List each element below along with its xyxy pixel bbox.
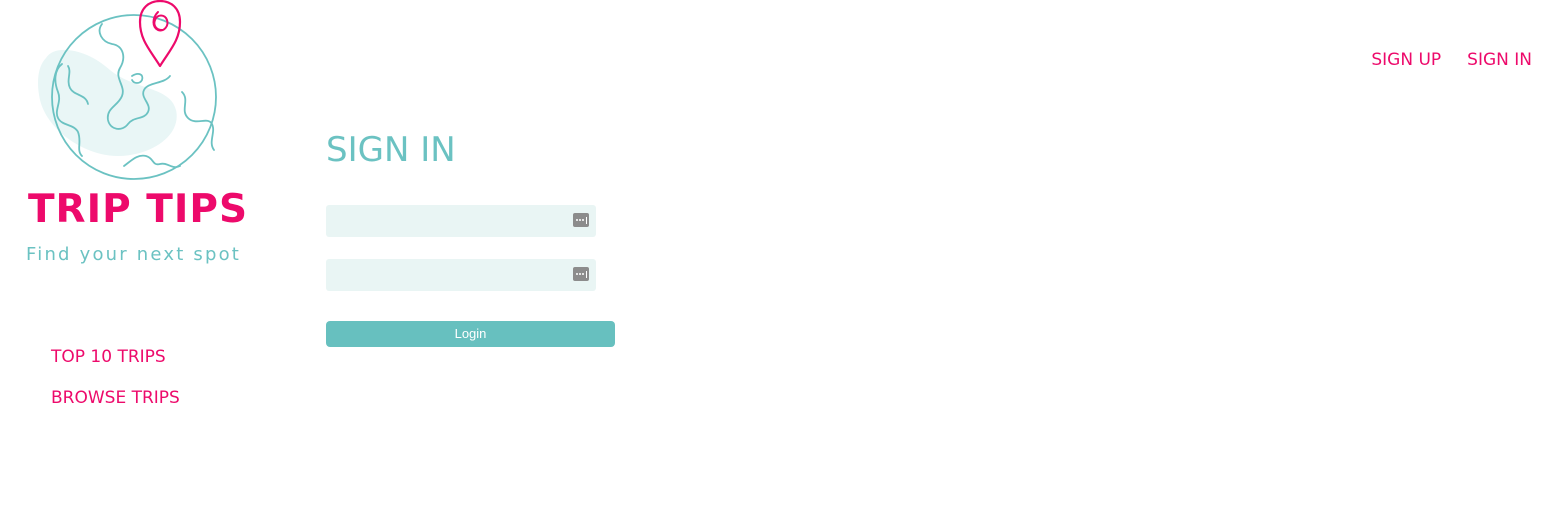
logo-globe-icon[interactable] [32, 0, 228, 184]
side-nav-item-top-10-trips[interactable]: TOP 10 TRIPS [51, 345, 180, 369]
top-nav: SIGN UP SIGN IN [1371, 48, 1532, 72]
password-manager-key-icon[interactable] [573, 213, 589, 227]
sign-up-link[interactable]: SIGN UP [1371, 48, 1441, 72]
page: TRIP TIPS Find your next spot SIGN UP SI… [0, 0, 1562, 506]
brand-name[interactable]: TRIP TIPS [0, 186, 276, 234]
brand-tagline: Find your next spot [26, 244, 242, 265]
password-input[interactable] [326, 259, 596, 291]
sign-in-link[interactable]: SIGN IN [1467, 48, 1532, 72]
username-field [326, 205, 596, 237]
page-title: SIGN IN [326, 130, 456, 170]
side-nav: TOP 10 TRIPS BROWSE TRIPS [51, 345, 180, 427]
password-manager-key-icon[interactable] [573, 267, 589, 281]
side-nav-item-browse-trips[interactable]: BROWSE TRIPS [51, 386, 180, 410]
password-field [326, 259, 596, 291]
login-button[interactable]: Login [326, 321, 615, 347]
username-input[interactable] [326, 205, 596, 237]
